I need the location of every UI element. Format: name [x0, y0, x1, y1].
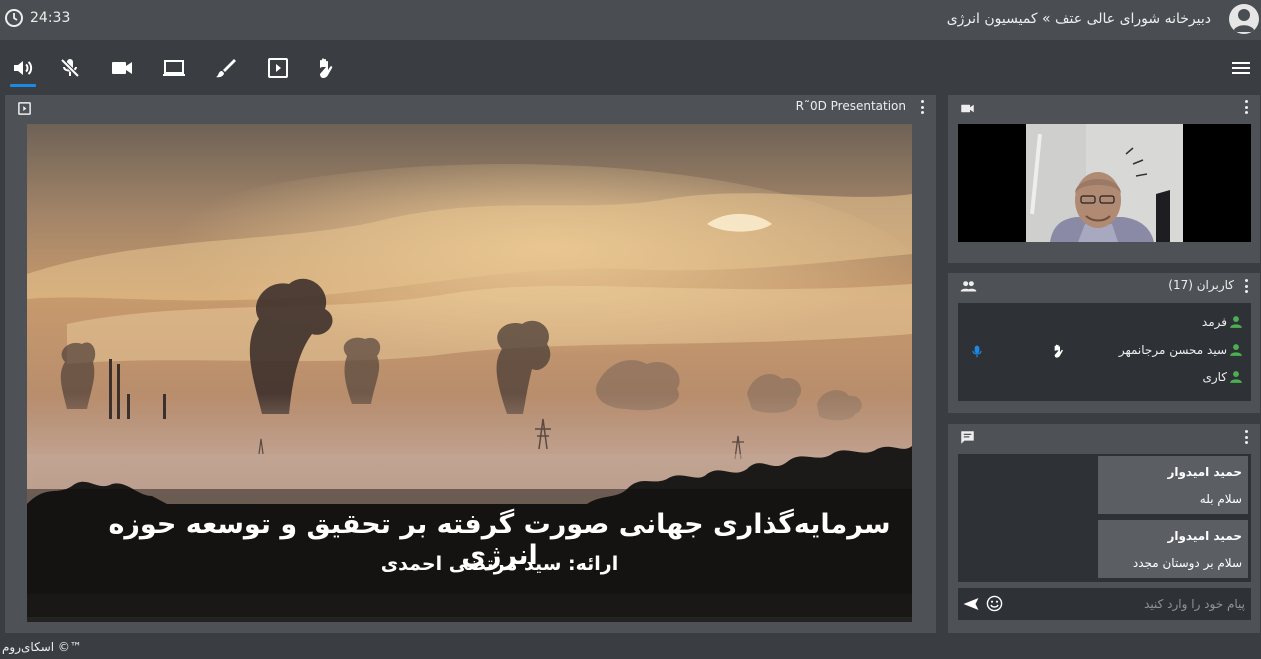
video-panel-icon-wrap — [960, 101, 975, 120]
avatar[interactable] — [1229, 4, 1259, 34]
message-author: حمید امیدوار — [1167, 529, 1242, 543]
presentation-button[interactable] — [266, 56, 290, 80]
users-panel: کاربران (17) فرمد سید محسن مرجانمهر کاری — [948, 273, 1260, 413]
clock-icon — [5, 9, 23, 27]
chat-message: حمید امیدوار سلام بر دوستان مجدد — [1098, 520, 1248, 578]
dot — [1244, 430, 1248, 433]
user-name: فرمد — [1201, 315, 1227, 329]
webcam-video[interactable] — [958, 124, 1251, 242]
dot — [1244, 279, 1248, 282]
dot — [920, 105, 924, 109]
chat-options-button[interactable] — [1244, 430, 1248, 444]
message-text: سلام بر دوستان مجدد — [1132, 556, 1242, 570]
video-panel — [948, 95, 1260, 263]
footer-brand: اسکای‌روم ©™ — [2, 640, 82, 654]
users-icon — [960, 281, 977, 292]
users-panel-icon-wrap — [960, 279, 977, 298]
dot — [920, 111, 924, 114]
chat-icon — [961, 431, 974, 444]
chat-panel-icon-wrap — [960, 430, 975, 449]
slide-subtitle: ارائه: سید مرتضی احمدی — [380, 553, 619, 575]
top-bar: 24:33 دبیرخانه شورای عالی عتف » کمیسیون … — [0, 0, 1261, 40]
video-options-button[interactable] — [1244, 100, 1248, 114]
users-count-header: کاربران (17) — [1168, 278, 1234, 292]
user-online-icon — [1230, 316, 1242, 328]
users-options-button[interactable] — [1244, 279, 1248, 293]
screen-share-button[interactable] — [162, 56, 186, 80]
presentation-options-button[interactable] — [920, 100, 924, 114]
presentation-icon — [18, 102, 31, 115]
chat-panel: حمید امیدوار سلام بله حمید امیدوار سلام … — [948, 424, 1260, 633]
dot — [1244, 111, 1248, 114]
user-online-icon — [1230, 344, 1242, 356]
user-row[interactable]: سید محسن مرجانمهر — [958, 340, 1251, 362]
user-name: سید محسن مرجانمهر — [1118, 343, 1227, 357]
chat-input[interactable]: پیام خود را وارد کنید — [958, 588, 1251, 620]
presentation-panel: R˜0D Presentation — [5, 95, 936, 633]
screen-share-icon — [163, 60, 185, 76]
send-icon[interactable] — [962, 596, 980, 612]
clock-text: 24:33 — [30, 10, 71, 26]
dot — [1244, 290, 1248, 293]
mic-active-icon — [972, 345, 982, 358]
user-row[interactable]: فرمد — [958, 312, 1251, 334]
toolbar — [0, 44, 1261, 92]
chat-input-placeholder: پیام خود را وارد کنید — [1144, 597, 1245, 611]
speaker-icon — [14, 61, 33, 75]
dot — [1244, 100, 1248, 103]
raise-hand-icon — [320, 58, 333, 78]
raise-hand-button[interactable] — [313, 56, 337, 80]
presentation-title: R˜0D Presentation — [795, 99, 906, 113]
user-row[interactable]: کاری — [958, 367, 1251, 389]
breadcrumb[interactable]: دبیرخانه شورای عالی عتف » کمیسیون انرژی — [947, 11, 1211, 27]
main-menu-button[interactable] — [1231, 58, 1251, 78]
chat-message: حمید امیدوار سلام بله — [1098, 456, 1248, 514]
camera-icon — [112, 62, 132, 74]
dot — [1244, 435, 1248, 439]
dot — [1244, 441, 1248, 444]
presentation-panel-icon-wrap — [17, 101, 32, 120]
users-list: فرمد سید محسن مرجانمهر کاری — [958, 303, 1251, 401]
user-name: کاری — [1202, 370, 1227, 384]
dot — [920, 100, 924, 103]
presentation-slide: سرمایه‌گذاری جهانی صورت گرفته بر تحقیق و… — [27, 124, 912, 622]
speaker-button[interactable] — [10, 56, 36, 87]
dot — [1244, 284, 1248, 288]
emoji-icon[interactable] — [986, 595, 1003, 612]
camera-icon — [961, 104, 974, 113]
brush-icon — [216, 59, 236, 78]
presentation-icon — [268, 58, 288, 78]
microphone-button[interactable] — [58, 56, 82, 80]
hamburger-icon — [1232, 62, 1250, 74]
user-online-icon — [1230, 371, 1242, 383]
raise-hand-icon — [1054, 344, 1063, 358]
chat-messages[interactable]: حمید امیدوار سلام بله حمید امیدوار سلام … — [958, 454, 1251, 582]
whiteboard-button[interactable] — [214, 56, 238, 80]
webcam-frame — [958, 124, 1251, 242]
dot — [1244, 105, 1248, 109]
session-clock: 24:33 — [4, 8, 70, 28]
mic-off-icon — [60, 58, 80, 78]
user-avatar-icon — [1233, 9, 1255, 32]
camera-button[interactable] — [110, 56, 134, 80]
message-author: حمید امیدوار — [1167, 465, 1242, 479]
message-text: سلام بله — [1199, 492, 1242, 506]
